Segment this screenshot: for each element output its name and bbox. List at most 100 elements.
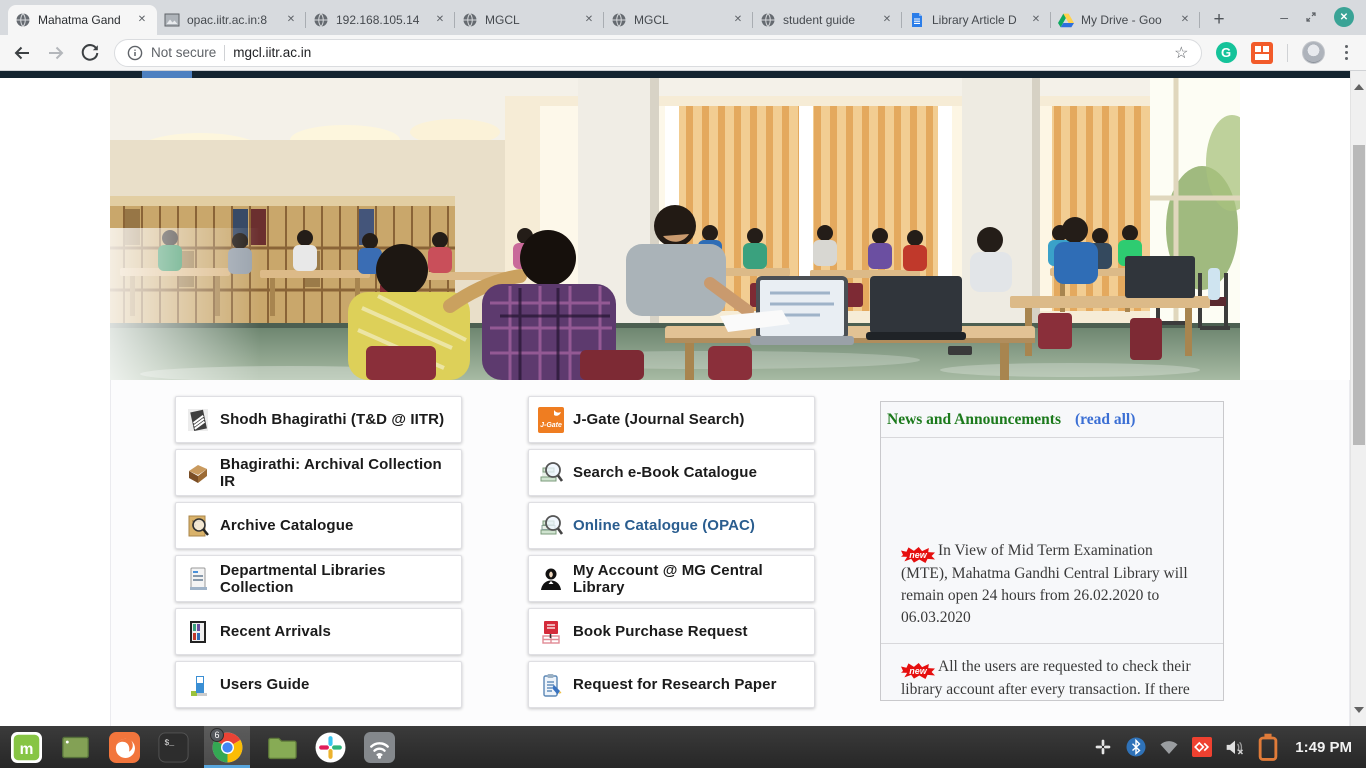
link-users-guide[interactable]: Users Guide xyxy=(175,661,462,708)
firefox-launcher-icon[interactable] xyxy=(106,726,142,768)
browser-toolbar: Not secure mgcl.iitr.ac.in ☆ G xyxy=(0,35,1366,71)
tab-title: Mahatma Gand xyxy=(38,13,127,27)
back-button-icon[interactable] xyxy=(12,43,32,63)
web-page: Shodh Bhagirathi (T&D @ IITR) Bhagirathi… xyxy=(0,71,1350,726)
close-button[interactable]: ✕ xyxy=(1334,7,1354,27)
link-shodh-bhagirathi[interactable]: Shodh Bhagirathi (T&D @ IITR) xyxy=(175,396,462,443)
omnibox-divider xyxy=(224,45,225,61)
tab-ip-address[interactable]: 192.168.105.14 ✕ xyxy=(306,5,455,35)
link-label: Search e-Book Catalogue xyxy=(573,464,757,481)
link-my-account[interactable]: My Account @ MG Central Library xyxy=(528,555,815,602)
tab-library-article[interactable]: Library Article D ✕ xyxy=(902,5,1051,35)
link-label: My Account @ MG Central Library xyxy=(573,562,805,596)
svg-text:m: m xyxy=(19,740,33,757)
volume-muted-icon[interactable] xyxy=(1225,737,1245,757)
link-departmental-libraries[interactable]: Departmental Libraries Collection xyxy=(175,555,462,602)
url-text[interactable]: mgcl.iitr.ac.in xyxy=(233,45,311,60)
show-desktop-button[interactable] xyxy=(57,726,93,768)
archive-box-icon xyxy=(185,460,211,486)
terminal-launcher-icon[interactable]: $_ xyxy=(155,726,191,768)
tab-title: Library Article D xyxy=(932,13,1021,27)
minimize-button[interactable]: – xyxy=(1280,7,1288,27)
tab-title: MGCL xyxy=(634,13,723,27)
tab-close-icon[interactable]: ✕ xyxy=(283,12,299,28)
tab-close-icon[interactable]: ✕ xyxy=(1177,12,1193,28)
link-archive-catalogue[interactable]: Archive Catalogue xyxy=(175,502,462,549)
chrome-window-count-badge: 6 xyxy=(210,728,224,742)
link-label: Users Guide xyxy=(220,676,309,693)
page-scrollbar[interactable] xyxy=(1350,71,1366,726)
tab-student-guide[interactable]: student guide ✕ xyxy=(753,5,902,35)
link-label: Shodh Bhagirathi (T&D @ IITR) xyxy=(220,411,444,428)
new-tab-button[interactable]: + xyxy=(1204,5,1234,35)
tab-close-icon[interactable]: ✕ xyxy=(134,12,150,28)
news-header: News and Announcements (read all) xyxy=(881,402,1223,438)
scrollbar-thumb[interactable] xyxy=(1353,145,1365,445)
tab-opac[interactable]: opac.iitr.ac.in:8 ✕ xyxy=(157,5,306,35)
browser-tab-strip: Mahatma Gand ✕ opac.iitr.ac.in:8 ✕ 192.1… xyxy=(0,0,1366,35)
taskbar-launchers: m $_ 6 xyxy=(8,726,397,768)
taskbar-clock[interactable]: 1:49 PM xyxy=(1295,739,1352,756)
link-jgate[interactable]: J-Gate J-Gate (Journal Search) xyxy=(528,396,815,443)
image-favicon-icon xyxy=(164,12,180,28)
link-bhagirathi-archival[interactable]: Bhagirathi: Archival Collection IR xyxy=(175,449,462,496)
scrollbar-down-arrow-icon[interactable] xyxy=(1354,707,1364,718)
scrollbar-up-arrow-icon[interactable] xyxy=(1354,79,1364,90)
tab-close-icon[interactable]: ✕ xyxy=(581,12,597,28)
google-drive-favicon-icon xyxy=(1058,12,1074,28)
profile-avatar[interactable] xyxy=(1302,41,1325,64)
bookmark-star-icon[interactable]: ☆ xyxy=(1174,43,1188,63)
tab-my-drive[interactable]: My Drive - Goo ✕ xyxy=(1051,5,1200,35)
read-all-link[interactable]: (read all) xyxy=(1075,411,1135,429)
link-book-purchase[interactable]: Book Purchase Request xyxy=(528,608,815,655)
tab-mgcl-2[interactable]: MGCL ✕ xyxy=(604,5,753,35)
link-label: Recent Arrivals xyxy=(220,623,331,640)
slack-launcher-icon[interactable] xyxy=(312,726,348,768)
file-manager-launcher-icon[interactable] xyxy=(263,726,299,768)
quick-links-column-left: Shodh Bhagirathi (T&D @ IITR) Bhagirathi… xyxy=(175,396,462,726)
tab-mahatma-gandhi[interactable]: Mahatma Gand ✕ xyxy=(8,5,157,35)
tab-title: 192.168.105.14 xyxy=(336,13,425,27)
slack-tray-icon[interactable] xyxy=(1093,737,1113,757)
link-label: Request for Research Paper xyxy=(573,676,777,693)
address-bar[interactable]: Not secure mgcl.iitr.ac.in ☆ xyxy=(114,39,1202,67)
tab-close-icon[interactable]: ✕ xyxy=(1028,12,1044,28)
link-label: Archive Catalogue xyxy=(220,517,353,534)
link-request-research-paper[interactable]: Request for Research Paper xyxy=(528,661,815,708)
anydesk-tray-icon[interactable] xyxy=(1192,737,1212,757)
refresh-button-icon[interactable] xyxy=(80,43,100,63)
globe-favicon-icon xyxy=(760,12,776,28)
tab-close-icon[interactable]: ✕ xyxy=(879,12,895,28)
extension-icon[interactable] xyxy=(1251,42,1273,64)
toolbar-divider xyxy=(1287,44,1288,62)
network-signal-icon[interactable] xyxy=(1159,737,1179,757)
library-kiosk-icon xyxy=(185,566,211,592)
quick-links-column-right: J-Gate J-Gate (Journal Search) Search e-… xyxy=(528,396,815,726)
link-recent-arrivals[interactable]: Recent Arrivals xyxy=(175,608,462,655)
info-icon[interactable] xyxy=(127,45,143,61)
link-online-catalogue-opac[interactable]: Online Catalogue (OPAC) xyxy=(528,502,815,549)
link-search-ebook[interactable]: Search e-Book Catalogue xyxy=(528,449,815,496)
google-docs-favicon-icon xyxy=(909,12,925,28)
battery-icon[interactable] xyxy=(1258,737,1278,757)
restore-button[interactable] xyxy=(1305,11,1317,23)
link-label: J-Gate (Journal Search) xyxy=(573,411,745,428)
forward-button-icon[interactable] xyxy=(46,43,66,63)
books-magnifier-icon xyxy=(538,513,564,539)
tab-close-icon[interactable]: ✕ xyxy=(432,12,448,28)
news-panel: News and Announcements (read all) newIn … xyxy=(880,401,1224,701)
wifi-settings-launcher-icon[interactable] xyxy=(361,726,397,768)
chrome-launcher-icon[interactable]: 6 xyxy=(204,726,250,768)
taskbar: m $_ 6 xyxy=(0,726,1366,768)
site-navbar xyxy=(0,71,1350,78)
jgate-icon: J-Gate xyxy=(538,407,564,433)
tab-mgcl-1[interactable]: MGCL ✕ xyxy=(455,5,604,35)
mint-menu-button[interactable]: m xyxy=(8,726,44,768)
tab-close-icon[interactable]: ✕ xyxy=(730,12,746,28)
bluetooth-icon[interactable] xyxy=(1126,737,1146,757)
grammarly-extension-icon[interactable]: G xyxy=(1216,42,1237,63)
news-item: newAll the users are requested to check … xyxy=(881,644,1223,701)
navbar-active-item[interactable] xyxy=(142,71,192,78)
browser-menu-icon[interactable] xyxy=(1339,45,1355,61)
clipboard-pencil-icon xyxy=(538,672,564,698)
